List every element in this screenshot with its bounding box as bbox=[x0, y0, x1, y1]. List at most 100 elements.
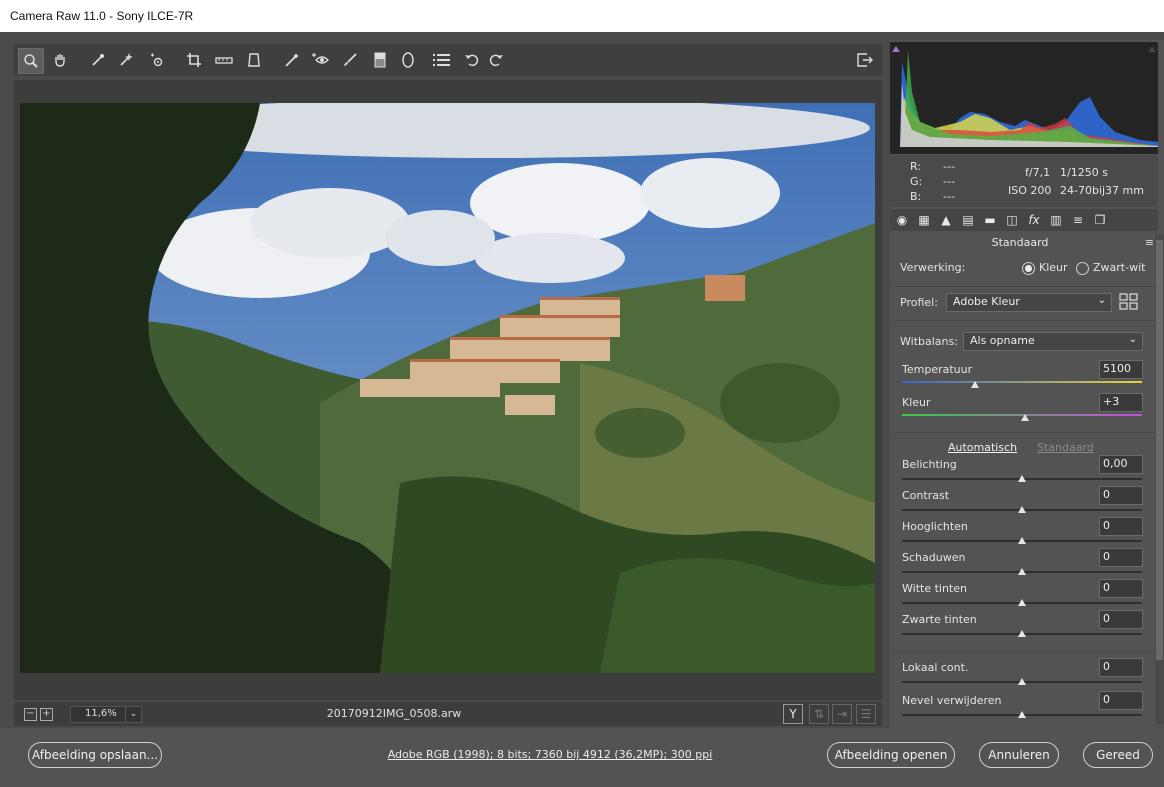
kleur-option-label: Kleur bbox=[1039, 261, 1068, 274]
slider-value-field[interactable]: 0 bbox=[1099, 579, 1143, 598]
slider-label: Zwarte tinten bbox=[902, 613, 977, 626]
adjustment-brush-icon[interactable] bbox=[338, 48, 362, 72]
scrollbar-thumb[interactable] bbox=[1156, 240, 1163, 660]
white-balance-select[interactable]: Als opname ⌄ bbox=[963, 332, 1143, 351]
before-after-toggle[interactable]: Y bbox=[783, 704, 803, 724]
slider-value: 0 bbox=[1103, 488, 1110, 501]
camera-info: R: --- G: --- B: --- f/7,1 1/1250 s ISO … bbox=[890, 155, 1158, 207]
graduated-filter-icon[interactable] bbox=[368, 48, 392, 72]
slider-value-field[interactable]: 0 bbox=[1099, 691, 1143, 710]
standaard-link[interactable]: Standaard bbox=[1037, 441, 1094, 454]
slider-thumb[interactable] bbox=[1018, 506, 1026, 513]
slider-label: Hooglichten bbox=[902, 520, 968, 533]
temperatuur-value: 5100 bbox=[1103, 362, 1131, 375]
divider bbox=[892, 320, 1154, 321]
status-bar: − + 11,6% ⌄ 20170912IMG_0508.arw Y ⇅ ⇥ ☰ bbox=[14, 702, 882, 726]
slider-thumb[interactable] bbox=[1018, 678, 1026, 685]
r-value: --- bbox=[943, 160, 955, 173]
kleur-field[interactable]: +3 bbox=[1099, 393, 1143, 412]
divider bbox=[892, 432, 1154, 433]
temperatuur-label: Temperatuur bbox=[902, 363, 973, 376]
slider-value-field[interactable]: 0,00 bbox=[1099, 455, 1143, 474]
slider-thumb[interactable] bbox=[1018, 475, 1026, 482]
panel-menu-icon[interactable]: ≡ bbox=[1145, 236, 1154, 249]
chevron-down-icon: ⌄ bbox=[1128, 334, 1137, 345]
targeted-adjustment-tool-icon[interactable] bbox=[144, 48, 168, 72]
tab-calibration-icon[interactable]: ▥ bbox=[1048, 212, 1064, 228]
save-image-button[interactable]: Afbeelding opslaan... bbox=[28, 742, 162, 768]
b-label: B: bbox=[910, 190, 922, 203]
slider-thumb[interactable] bbox=[1018, 711, 1026, 718]
tab-presets-icon[interactable]: ≡ bbox=[1070, 212, 1086, 228]
slider-value: 0 bbox=[1103, 693, 1110, 706]
slider-value-field[interactable]: 0 bbox=[1099, 658, 1143, 677]
slider-value-field[interactable]: 0 bbox=[1099, 610, 1143, 629]
cancel-button[interactable]: Annuleren bbox=[979, 742, 1059, 768]
spot-removal-tool-icon[interactable] bbox=[280, 48, 304, 72]
profiel-label: Profiel: bbox=[900, 296, 938, 309]
profile-browser-icon[interactable] bbox=[1119, 293, 1139, 311]
zoom-tool-icon[interactable] bbox=[18, 48, 44, 74]
slider-value: 0,00 bbox=[1103, 457, 1128, 470]
b-value: --- bbox=[943, 190, 955, 203]
temperatuur-slider-thumb[interactable] bbox=[971, 381, 979, 388]
slider-value-field[interactable]: 0 bbox=[1099, 486, 1143, 505]
tab-effects-icon[interactable]: fx bbox=[1026, 212, 1042, 228]
kleur-slider-thumb[interactable] bbox=[1021, 414, 1029, 421]
shutter-speed: 1/1250 s bbox=[1060, 166, 1108, 179]
slider-value: 0 bbox=[1103, 550, 1110, 563]
tab-snapshots-icon[interactable]: ❐ bbox=[1092, 212, 1108, 228]
file-name: 20170912IMG_0508.arw bbox=[326, 707, 462, 720]
toggle-fullscreen-icon[interactable] bbox=[852, 48, 876, 72]
tab-basic-icon[interactable]: ◉ bbox=[894, 212, 910, 228]
tab-split-toning-icon[interactable]: ▬ bbox=[982, 212, 998, 228]
slider-thumb[interactable] bbox=[1018, 599, 1026, 606]
slider-label: Schaduwen bbox=[902, 551, 966, 564]
swap-before-after-icon[interactable]: ⇅ bbox=[809, 704, 829, 724]
slider-value: 0 bbox=[1103, 660, 1110, 673]
temperatuur-field[interactable]: 5100 bbox=[1099, 360, 1143, 379]
tab-tone-curve-icon[interactable]: ▦ bbox=[916, 212, 932, 228]
red-eye-tool-icon[interactable] bbox=[308, 48, 332, 72]
kleur-tint-label: Kleur bbox=[902, 396, 931, 409]
slider-thumb[interactable] bbox=[1018, 630, 1026, 637]
tab-hsl-icon[interactable]: ▤ bbox=[960, 212, 976, 228]
color-sampler-tool-icon[interactable] bbox=[114, 48, 138, 72]
kleur-radio[interactable] bbox=[1022, 262, 1035, 275]
slider-thumb[interactable] bbox=[1018, 568, 1026, 575]
tab-detail-icon[interactable]: ▲ bbox=[938, 212, 954, 228]
slider-thumb[interactable] bbox=[1018, 537, 1026, 544]
transform-tool-icon[interactable] bbox=[242, 48, 266, 72]
tab-lens-corrections-icon[interactable]: ◫ bbox=[1004, 212, 1020, 228]
panel-scrollbar[interactable] bbox=[1155, 234, 1164, 724]
crop-tool-icon[interactable] bbox=[182, 48, 206, 72]
presets-list-icon[interactable] bbox=[430, 48, 454, 72]
panel-title: Standaard bbox=[991, 236, 1049, 249]
profile-value: Adobe Kleur bbox=[953, 295, 1020, 308]
slider-value-field[interactable]: 0 bbox=[1099, 548, 1143, 567]
slider-value-field[interactable]: 0 bbox=[1099, 517, 1143, 536]
hand-tool-icon[interactable] bbox=[48, 48, 72, 72]
automatisch-link[interactable]: Automatisch bbox=[948, 441, 1017, 454]
workflow-options-link[interactable]: Adobe RGB (1998); 8 bits; 7360 bij 4912 … bbox=[330, 748, 770, 761]
rotate-right-icon[interactable] bbox=[484, 48, 508, 72]
profile-select[interactable]: Adobe Kleur ⌄ bbox=[946, 293, 1112, 312]
open-image-button[interactable]: Afbeelding openen bbox=[827, 742, 955, 768]
preview-photo bbox=[20, 103, 875, 673]
verwerking-label: Verwerking: bbox=[900, 261, 966, 274]
iso: ISO 200 bbox=[1008, 184, 1052, 197]
histogram bbox=[890, 42, 1158, 154]
straighten-tool-icon[interactable] bbox=[212, 48, 236, 72]
kleur-tint-value: +3 bbox=[1103, 395, 1120, 408]
toggle-settings-icon[interactable]: ☰ bbox=[856, 704, 876, 724]
rotate-left-icon[interactable] bbox=[460, 48, 484, 72]
slider-label: Nevel verwijderen bbox=[902, 694, 1002, 707]
slider-value: 0 bbox=[1103, 519, 1110, 532]
zwartwit-radio[interactable] bbox=[1076, 262, 1089, 275]
radial-filter-icon[interactable] bbox=[396, 48, 420, 72]
white-balance-value: Als opname bbox=[970, 334, 1035, 347]
done-button[interactable]: Gereed bbox=[1083, 742, 1153, 768]
white-balance-tool-icon[interactable] bbox=[86, 48, 110, 72]
temperatuur-slider[interactable] bbox=[902, 381, 1142, 383]
copy-settings-icon[interactable]: ⇥ bbox=[832, 704, 852, 724]
